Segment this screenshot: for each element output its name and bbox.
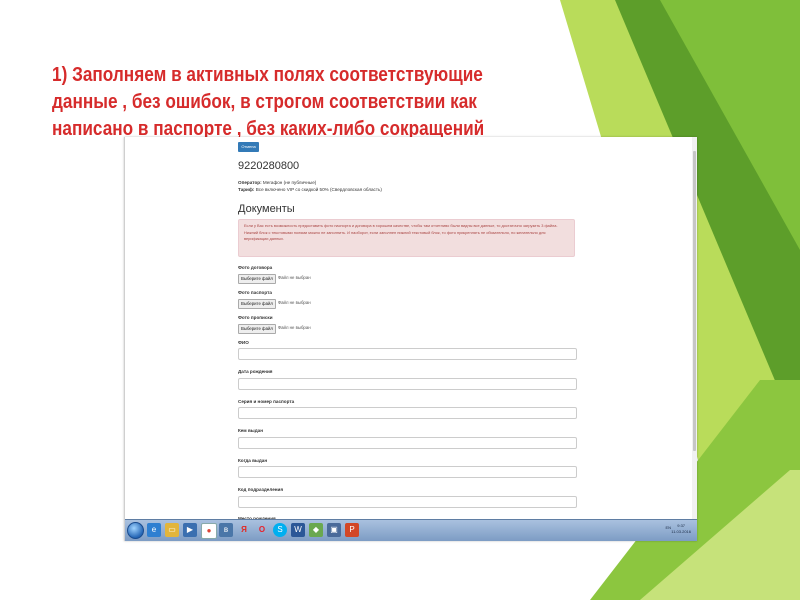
browser-screenshot: Отмена 9220280800 Оператор: Мегафон (не … [124,137,697,541]
file-label-registration: Фото прописки [238,315,273,320]
vk-icon[interactable]: в [219,523,233,537]
ie-icon[interactable]: e [147,523,161,537]
security-icon[interactable]: ◆ [309,523,323,537]
field-label-birth-date: Дата рождения [238,369,273,374]
file-label-contract: Фото договора [238,265,273,270]
cancel-button[interactable]: Отмена [238,142,259,152]
field-label-issue-date: Когда выдан [238,458,268,463]
section-title: Документы [238,203,295,215]
chrome-icon[interactable]: ● [201,523,217,539]
field-label-issued-by: Кем выдан [238,428,263,433]
scrollbar-thumb[interactable] [693,151,696,451]
opera-icon[interactable]: O [255,523,269,537]
tariff-label: Тариф: [238,187,255,192]
vertical-scrollbar[interactable] [692,137,697,519]
issued-by-input[interactable] [238,437,577,449]
field-label-fio: ФИО [238,340,249,345]
passport-number-input[interactable] [238,407,577,419]
choose-file-button[interactable]: Выберите файл [238,274,276,284]
issue-date-input[interactable] [238,466,577,478]
tariff-line: Тариф: Все включено VIP со скидкой 50% (… [238,187,382,192]
fio-input[interactable] [238,348,577,360]
tariff-value: Все включено VIP со скидкой 50% (Свердло… [255,187,382,192]
network-icon[interactable]: ▣ [327,523,341,537]
file-status: Файл не выбран [277,275,311,280]
choose-file-button[interactable]: Выберите файл [238,324,276,334]
clock-date: 11.03.2016 [671,529,691,534]
start-button[interactable] [127,522,144,539]
language-indicator[interactable]: EN [665,525,671,530]
skype-icon[interactable]: S [273,523,287,537]
word-icon[interactable]: W [291,523,305,537]
file-status: Файл не выбран [277,325,311,330]
birth-date-input[interactable] [238,378,577,390]
file-input-passport: Выберите файл Файл не выбран [238,299,311,309]
slide-title: 1) Заполняем в активных полях соответств… [52,64,485,140]
field-label-division-code: Код подразделения [238,487,284,492]
powerpoint-icon[interactable]: P [345,523,359,537]
operator-value: Мегафон (не публичные) [262,180,317,185]
clock[interactable]: 9:37 11.03.2016 [671,523,691,535]
division-code-input[interactable] [238,496,577,508]
phone-number: 9220280800 [238,160,300,172]
operator-label: Оператор: [238,180,262,185]
explorer-icon[interactable]: ▭ [165,523,179,537]
file-input-contract: Выберите файл Файл не выбран [238,274,311,284]
yandex-icon[interactable]: Я [237,523,251,537]
choose-file-button[interactable]: Выберите файл [238,299,276,309]
file-input-registration: Выберите файл Файл не выбран [238,324,311,334]
field-label-passport-number: Серия и номер паспорта [238,399,295,404]
file-status: Файл не выбран [277,300,311,305]
file-label-passport: Фото паспорта [238,290,272,295]
operator-line: Оператор: Мегафон (не публичные) [238,180,316,185]
info-alert: Если у Вас есть возможность предоставить… [238,219,575,257]
media-icon[interactable]: ▶ [183,523,197,537]
taskbar: e ▭ ▶ ● в Я O S W ◆ ▣ P EN 9:37 11.03.20… [125,519,697,541]
